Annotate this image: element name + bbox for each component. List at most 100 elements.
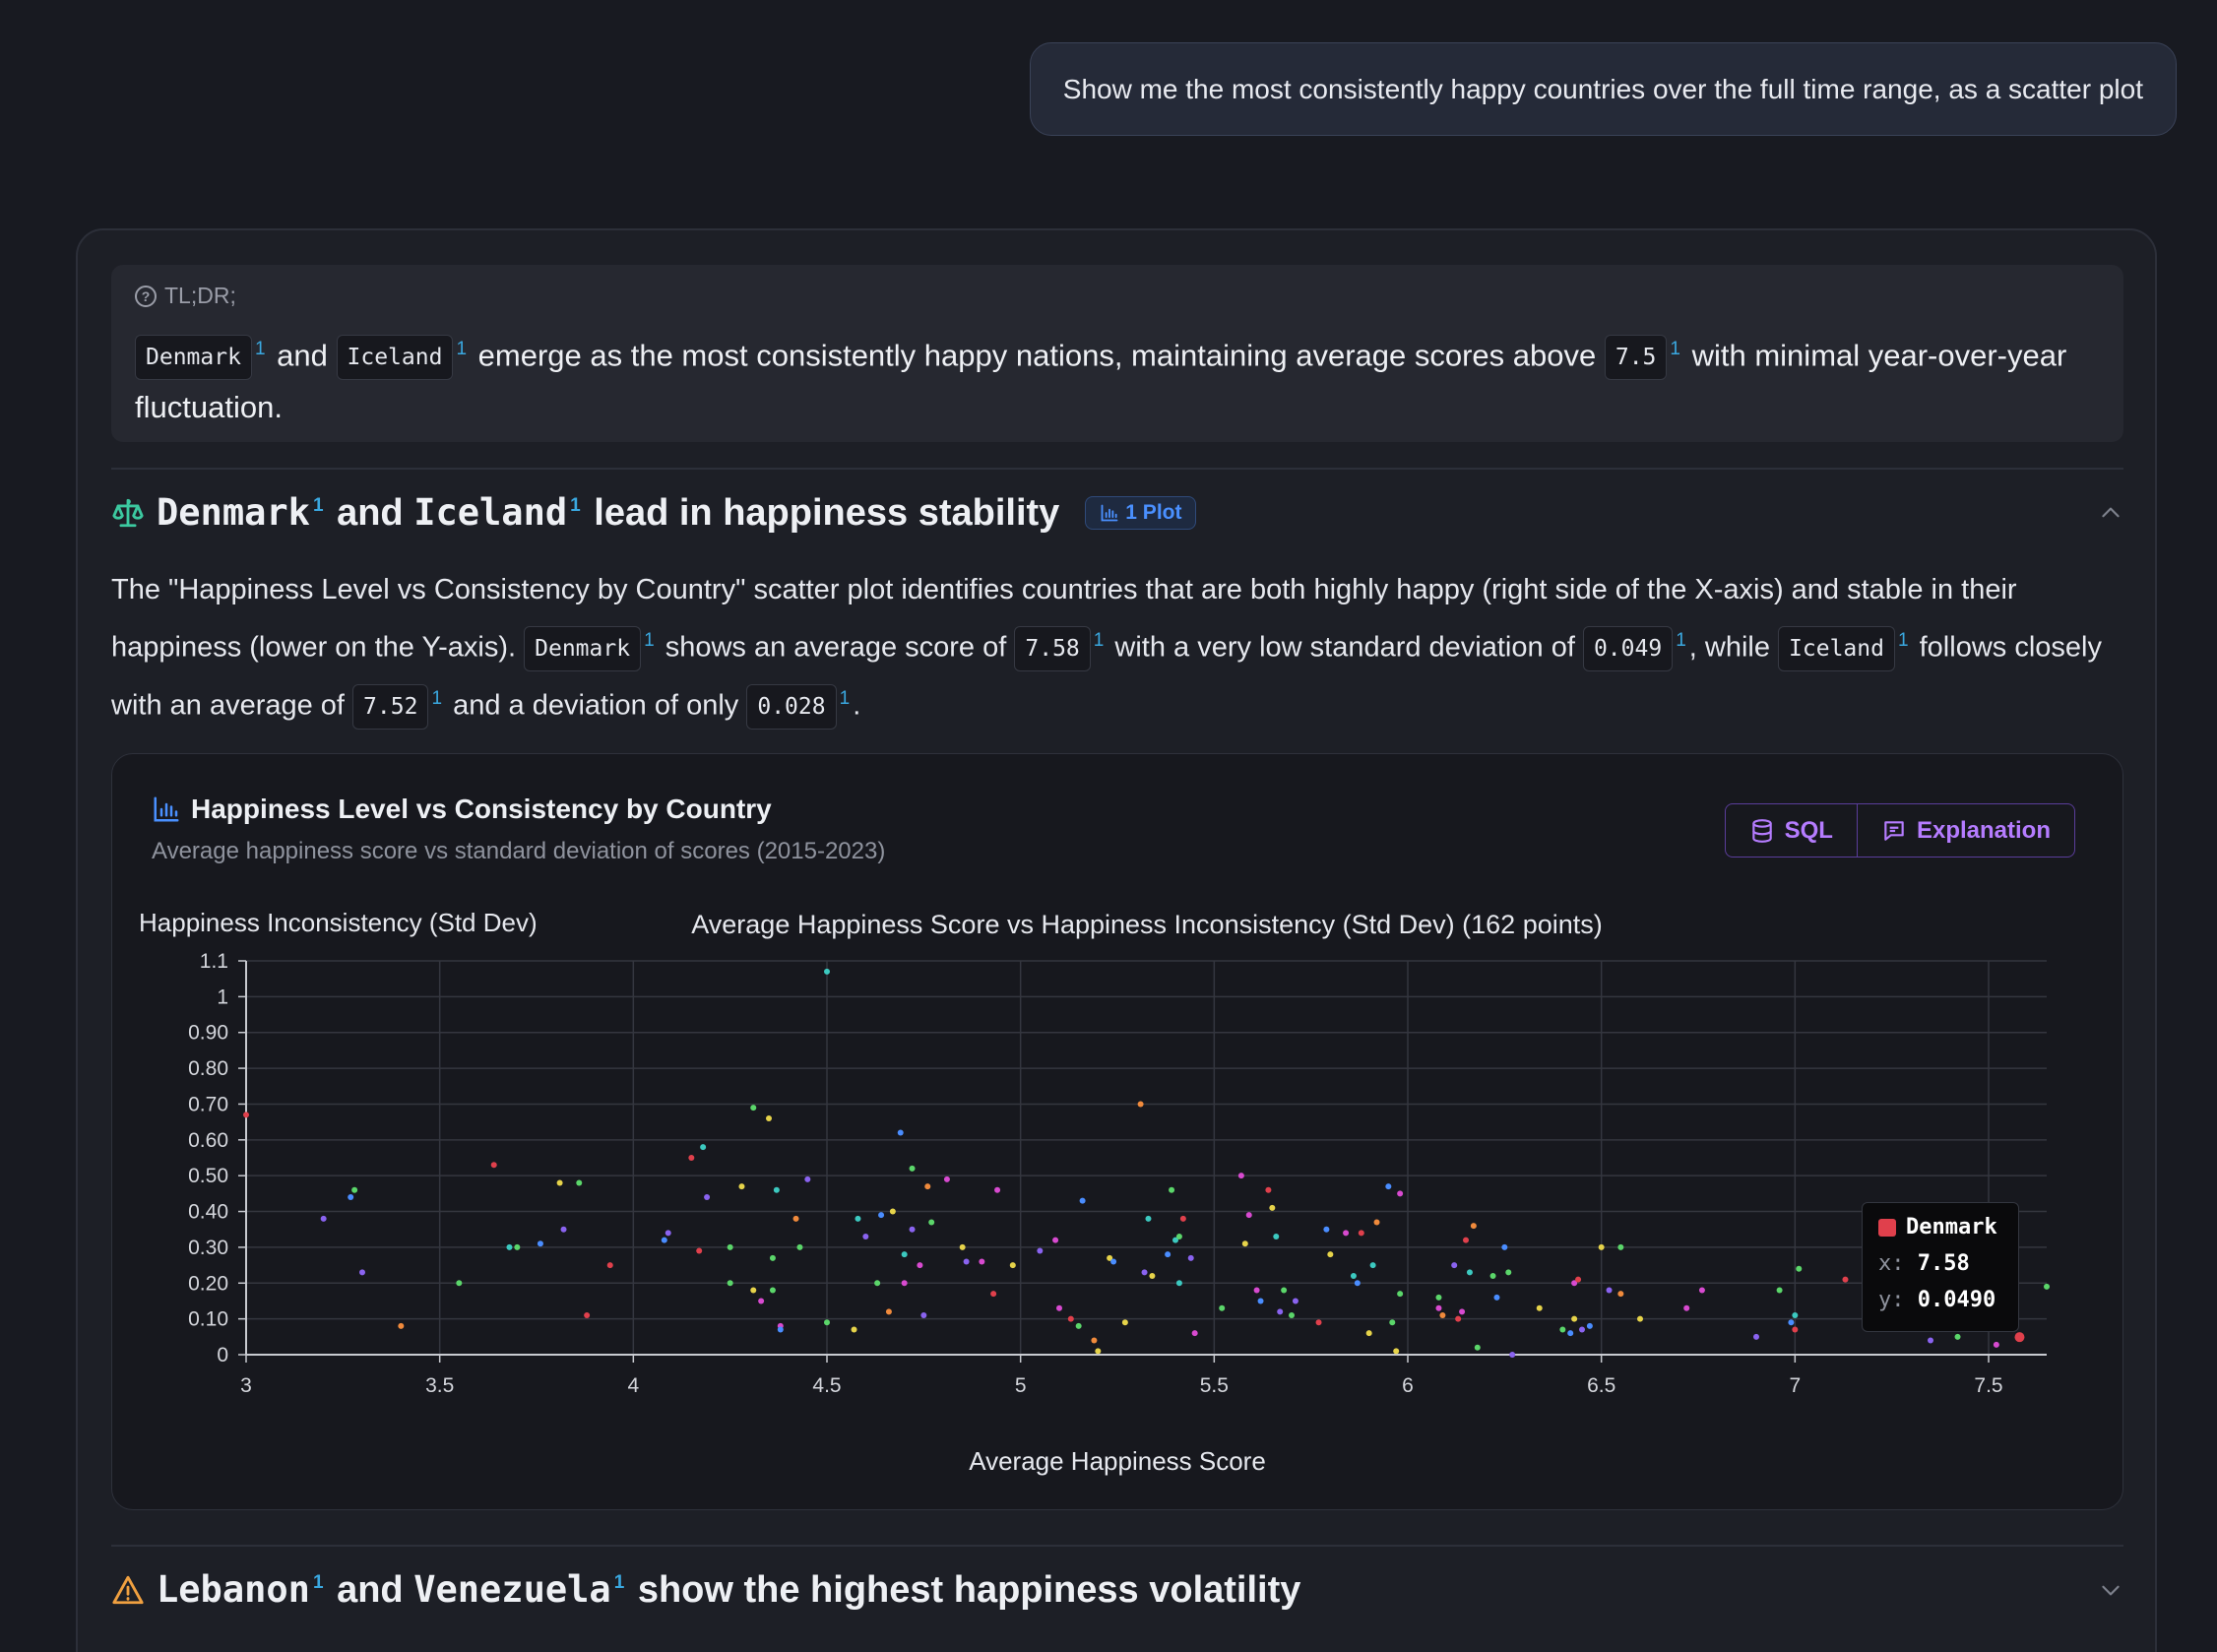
scatter-point	[1575, 1276, 1582, 1283]
scatter-point	[824, 968, 830, 975]
entity-chip[interactable]: Iceland	[336, 335, 454, 381]
scatter-point	[1470, 1223, 1477, 1230]
warning-icon	[112, 1575, 144, 1605]
divider	[111, 1545, 2123, 1547]
scatter-point	[777, 1326, 784, 1333]
scatter-point	[1281, 1287, 1288, 1294]
scatter-point	[901, 1251, 908, 1258]
tooltip-swatch	[1878, 1218, 1896, 1237]
scatter-point	[1466, 1269, 1473, 1276]
scatter-point	[1493, 1294, 1500, 1301]
tldr-text-mid: emerge as the most consistently happy na…	[477, 338, 1597, 373]
x-tick-label: 3.5	[425, 1374, 454, 1397]
scatter-point	[901, 1280, 908, 1287]
section-header-volatility[interactable]: Lebanon 1 and Venezuela 1 show the highest…	[111, 1565, 2123, 1615]
scatter-point	[750, 1287, 757, 1294]
scatter-point	[1219, 1304, 1226, 1311]
entity-chip[interactable]: Denmark	[135, 335, 252, 381]
para-text: with a very low standard deviation of	[1114, 631, 1575, 664]
section-header-stability[interactable]: Denmark 1 and Iceland 1 lead in happiness …	[111, 488, 2123, 538]
scatter-point	[1141, 1269, 1148, 1276]
scatter-point	[1509, 1352, 1516, 1358]
scatter-point	[766, 1115, 772, 1121]
scatter-point	[688, 1155, 695, 1161]
tldr-label: TL;DR;	[164, 283, 236, 308]
scatter-point	[1179, 1215, 1186, 1222]
citation-link[interactable]: 1	[255, 339, 266, 359]
chart-grid	[246, 960, 2047, 1355]
scatter-point	[1079, 1197, 1086, 1204]
scatter-point	[824, 1319, 830, 1326]
entity-chip[interactable]: Iceland	[1778, 626, 1895, 671]
scatter-chart[interactable]: Happiness Inconsistency (Std Dev) Averag…	[112, 754, 2124, 1511]
citation-link[interactable]: 1	[570, 495, 581, 516]
title-entity: Iceland	[413, 491, 568, 534]
value-chip[interactable]: 7.58	[1014, 626, 1091, 671]
x-tick-label: 3	[240, 1374, 252, 1397]
citation-link[interactable]: 1	[1676, 630, 1686, 651]
scatter-point	[1389, 1319, 1396, 1326]
scatter-point	[804, 1175, 811, 1182]
scatter-point	[1698, 1287, 1705, 1294]
value-chip[interactable]: 7.5	[1604, 335, 1668, 381]
scatter-point	[855, 1215, 861, 1222]
chevron-up-icon[interactable]	[2098, 500, 2123, 526]
scatter-point	[514, 1243, 521, 1250]
scatter-point	[1606, 1287, 1613, 1294]
value-chip[interactable]: 0.049	[1582, 626, 1674, 671]
y-tick-label: 0.70	[188, 1093, 228, 1115]
scatter-point	[851, 1326, 857, 1333]
scatter-point	[1175, 1280, 1182, 1287]
scatter-point	[727, 1243, 733, 1250]
scatter-point	[1753, 1333, 1759, 1340]
scale-icon	[112, 498, 144, 528]
scatter-point	[1241, 1240, 1248, 1247]
scatter-point	[1567, 1330, 1574, 1337]
y-tick-label: 1	[217, 985, 228, 1008]
scatter-point	[1265, 1186, 1272, 1193]
scatter-point	[1343, 1230, 1350, 1237]
x-tick-label: 7.5	[1974, 1374, 2002, 1397]
scatter-point	[1501, 1243, 1508, 1250]
citation-link[interactable]: 1	[614, 1572, 625, 1593]
y-tick-label: 0.90	[188, 1022, 228, 1045]
scatter-point	[537, 1240, 543, 1247]
chart-axes: 3 3.5 4 4.5 5 5.5 6 6.5 7 7.5 0 0.10 0.20 0.30 0.40 0.5…	[188, 950, 2047, 1397]
scatter-point	[1617, 1243, 1624, 1250]
scatter-point	[1683, 1304, 1690, 1311]
scatter-point	[1397, 1190, 1404, 1197]
citation-link[interactable]: 1	[1094, 630, 1105, 651]
citation-link[interactable]: 1	[840, 688, 851, 709]
scatter-point	[606, 1262, 613, 1269]
citation-link[interactable]: 1	[644, 630, 655, 651]
x-tick-label: 5.5	[1200, 1374, 1229, 1397]
scatter-point	[1536, 1304, 1543, 1311]
citation-link[interactable]: 1	[1898, 630, 1909, 651]
scatter-point	[320, 1215, 327, 1222]
section-title: Denmark 1 and Iceland 1 lead in happiness …	[157, 491, 1059, 535]
scatter-point	[1954, 1333, 1961, 1340]
scatter-point	[1323, 1226, 1330, 1233]
scatter-point	[1373, 1219, 1380, 1226]
scatter-point	[1277, 1308, 1284, 1315]
y-axis-label: Happiness Inconsistency (Std Dev)	[139, 908, 538, 937]
scatter-point	[704, 1194, 711, 1200]
citation-link[interactable]: 1	[1670, 339, 1680, 359]
scatter-point	[1393, 1348, 1400, 1355]
citation-link[interactable]: 1	[313, 495, 324, 516]
entity-chip[interactable]: Denmark	[524, 626, 642, 671]
citation-link[interactable]: 1	[456, 339, 467, 359]
chevron-down-icon[interactable]	[2098, 1577, 2123, 1603]
scatter-point	[1165, 1251, 1172, 1258]
citation-link[interactable]: 1	[313, 1572, 324, 1593]
y-tick-label: 0.60	[188, 1129, 228, 1152]
scatter-point	[1009, 1262, 1016, 1269]
user-message-text: Show me the most consistently happy coun…	[1062, 73, 2143, 104]
value-chip[interactable]: 0.028	[746, 683, 837, 730]
scatter-point	[878, 1212, 885, 1219]
citation-link[interactable]: 1	[431, 688, 442, 709]
plot-count-badge[interactable]: 1 Plot	[1085, 496, 1197, 530]
para-text: shows an average score of	[665, 631, 1007, 664]
value-chip[interactable]: 7.52	[352, 683, 429, 730]
scatter-point	[1273, 1234, 1280, 1239]
